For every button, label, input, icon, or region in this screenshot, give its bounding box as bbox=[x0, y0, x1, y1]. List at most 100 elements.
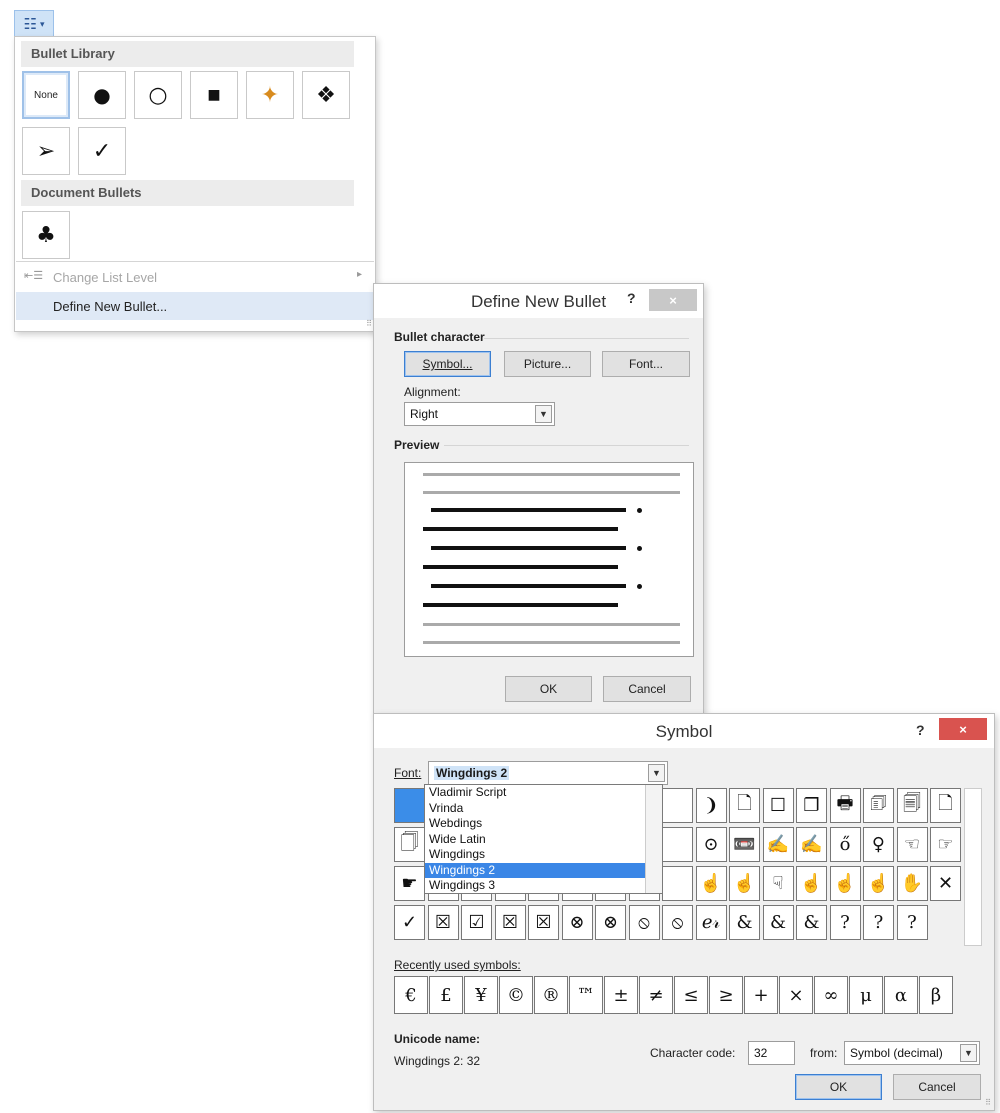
symbol-cell[interactable]: ❐ bbox=[796, 788, 827, 823]
ok-button[interactable]: OK bbox=[795, 1074, 882, 1100]
close-button[interactable]: × bbox=[939, 718, 987, 740]
symbol-cell[interactable]: ☝ bbox=[829, 866, 861, 901]
symbol-cell[interactable]: ✕ bbox=[930, 866, 961, 901]
bullet-checkmark-option[interactable]: ✓ bbox=[78, 127, 126, 175]
symbol-cell[interactable]: ⦸ bbox=[628, 905, 660, 940]
recent-symbol-cell[interactable]: α bbox=[884, 976, 918, 1014]
recent-symbol-cell[interactable]: ® bbox=[534, 976, 568, 1014]
symbol-cell[interactable]: ☝ bbox=[863, 866, 894, 901]
symbol-cell[interactable]: 🗍 bbox=[394, 827, 425, 862]
font-button[interactable]: Font... bbox=[602, 351, 690, 377]
symbol-cell[interactable]: ☝ bbox=[796, 866, 827, 901]
symbol-cell[interactable]: ❩ bbox=[695, 788, 727, 823]
symbol-button[interactable]: Symbol... bbox=[404, 351, 491, 377]
symbol-cell[interactable]: ? bbox=[863, 905, 894, 940]
from-select[interactable]: Symbol (decimal) ▼ bbox=[844, 1041, 980, 1065]
recent-symbol-cell[interactable]: © bbox=[499, 976, 533, 1014]
bullet-color-star-option[interactable]: ✦ bbox=[246, 71, 294, 119]
symbol-cell[interactable]: 📼 bbox=[729, 827, 760, 862]
recent-symbol-cell[interactable]: ∞ bbox=[814, 976, 848, 1014]
symbol-cell[interactable]: ⊙ bbox=[695, 827, 727, 862]
font-option[interactable]: Webdings bbox=[425, 816, 662, 832]
symbol-cell[interactable] bbox=[662, 866, 693, 901]
bullet-square-option[interactable]: ■ bbox=[190, 71, 238, 119]
symbol-cell[interactable]: ? bbox=[896, 905, 928, 940]
recent-symbol-cell[interactable]: ± bbox=[604, 976, 638, 1014]
symbol-cell[interactable]: ☛ bbox=[394, 866, 425, 901]
font-option-selected[interactable]: Wingdings 2 bbox=[425, 862, 662, 878]
recent-symbol-cell[interactable]: ¥ bbox=[464, 976, 498, 1014]
bullet-filled-circle-option[interactable]: ● bbox=[78, 71, 126, 119]
symbol-cell[interactable]: ☑ bbox=[461, 905, 492, 940]
symbol-cell[interactable]: ? bbox=[829, 905, 861, 940]
symbol-cell[interactable]: 🗋 bbox=[729, 788, 760, 823]
recent-symbol-cell[interactable]: + bbox=[744, 976, 778, 1014]
ok-button[interactable]: OK bbox=[505, 676, 592, 702]
symbol-cell[interactable] bbox=[662, 788, 693, 823]
cancel-button[interactable]: Cancel bbox=[603, 676, 691, 702]
symbol-cell[interactable]: 🖶 bbox=[829, 788, 861, 823]
symbol-cell[interactable]: ⊗ bbox=[595, 905, 626, 940]
recent-symbol-cell[interactable]: ™ bbox=[569, 976, 603, 1014]
symbol-cell[interactable]: ☜ bbox=[896, 827, 928, 862]
symbol-cell[interactable]: ✓ bbox=[394, 905, 425, 940]
resize-grip-icon[interactable]: ⠿ bbox=[366, 319, 372, 328]
character-code-input[interactable]: 32 bbox=[748, 1041, 795, 1065]
cancel-button[interactable]: Cancel bbox=[893, 1074, 981, 1100]
font-dropdown-list[interactable]: Vladimir Script Vrinda Webdings Wide Lat… bbox=[424, 784, 663, 894]
symbol-cell[interactable]: ✍ bbox=[796, 827, 827, 862]
symbol-cell[interactable]: ☟ bbox=[762, 866, 794, 901]
recent-symbol-cell[interactable]: × bbox=[779, 976, 813, 1014]
symbol-cell[interactable]: ő bbox=[829, 827, 861, 862]
define-new-bullet-item[interactable]: Define New Bullet... bbox=[16, 292, 374, 320]
symbol-cell[interactable]: ☒ bbox=[494, 905, 526, 940]
font-option[interactable]: Wide Latin bbox=[425, 832, 662, 848]
symbol-cell[interactable]: & bbox=[762, 905, 794, 940]
symbol-cell[interactable]: ♀ bbox=[863, 827, 894, 862]
help-button[interactable]: ? bbox=[627, 290, 636, 306]
symbol-cell[interactable]: 🗋 bbox=[930, 788, 961, 823]
font-option[interactable]: Wingdings 3 bbox=[425, 878, 662, 894]
bullet-hollow-circle-option[interactable]: ○ bbox=[134, 71, 182, 119]
bullets-button[interactable]: ☷ ▾ bbox=[14, 10, 54, 38]
font-option[interactable]: Vrinda bbox=[425, 801, 662, 817]
symbol-cell[interactable]: ⦸ bbox=[662, 905, 693, 940]
font-option[interactable]: Wingdings bbox=[425, 847, 662, 863]
recent-symbol-cell[interactable]: £ bbox=[429, 976, 463, 1014]
symbol-cell[interactable]: ☒ bbox=[528, 905, 559, 940]
recent-symbol-cell[interactable]: μ bbox=[849, 976, 883, 1014]
help-button[interactable]: ? bbox=[916, 722, 925, 738]
symbol-grid-scrollbar[interactable] bbox=[964, 788, 982, 946]
chevron-down-icon[interactable]: ▼ bbox=[648, 764, 665, 782]
bullet-arrow-option[interactable]: ➢ bbox=[22, 127, 70, 175]
chevron-down-icon[interactable]: ▼ bbox=[960, 1044, 977, 1062]
recent-symbol-cell[interactable]: β bbox=[919, 976, 953, 1014]
recent-symbol-cell[interactable]: € bbox=[394, 976, 428, 1014]
recent-symbol-cell[interactable]: ≥ bbox=[709, 976, 743, 1014]
close-button[interactable]: × bbox=[649, 289, 697, 311]
symbol-cell[interactable]: 🗐 bbox=[896, 788, 928, 823]
symbol-cell[interactable]: ☞ bbox=[930, 827, 961, 862]
recent-symbol-cell[interactable]: ≤ bbox=[674, 976, 708, 1014]
symbol-cell[interactable]: ⊗ bbox=[561, 905, 593, 940]
symbol-cell[interactable]: ✋ bbox=[896, 866, 928, 901]
symbol-cell[interactable] bbox=[662, 827, 693, 862]
symbol-cell[interactable] bbox=[394, 788, 425, 823]
picture-button[interactable]: Picture... bbox=[504, 351, 591, 377]
recent-symbol-cell[interactable]: ≠ bbox=[639, 976, 673, 1014]
change-list-level-item[interactable]: ⇤☰ Change List Level ▸ bbox=[16, 263, 374, 291]
symbol-cell[interactable]: ✍ bbox=[762, 827, 794, 862]
symbol-cell[interactable]: & bbox=[729, 905, 760, 940]
bullet-none-option[interactable]: None bbox=[22, 71, 70, 119]
alignment-select[interactable]: Right ▼ bbox=[404, 402, 555, 426]
symbol-cell[interactable]: & bbox=[796, 905, 827, 940]
symbol-cell[interactable]: ☝ bbox=[729, 866, 760, 901]
font-option[interactable]: Vladimir Script bbox=[425, 785, 662, 801]
symbol-cell[interactable]: 🗊 bbox=[863, 788, 894, 823]
bullet-diamond-option[interactable]: ❖ bbox=[302, 71, 350, 119]
symbol-cell[interactable]: ☒ bbox=[427, 905, 459, 940]
font-list-scrollbar[interactable] bbox=[645, 785, 662, 893]
bullet-club-option[interactable]: ♣ bbox=[22, 211, 70, 259]
symbol-cell[interactable]: ℯ𝓇 bbox=[695, 905, 727, 940]
resize-grip-icon[interactable]: ⠿ bbox=[985, 1098, 991, 1107]
